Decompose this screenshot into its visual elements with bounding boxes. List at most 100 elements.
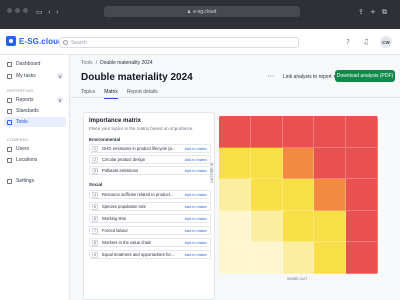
sidebar-item-label: Dashboard bbox=[16, 61, 41, 67]
group-label-environmental: Environmental bbox=[89, 137, 121, 142]
topic-number: 9 bbox=[92, 251, 98, 258]
topic-row[interactable]: 5 Species population size Add to matrix bbox=[89, 202, 211, 211]
matrix-cell[interactable] bbox=[282, 116, 315, 148]
add-to-matrix-link[interactable]: Add to matrix bbox=[185, 193, 207, 197]
matrix-cell[interactable] bbox=[282, 179, 315, 211]
panel-title: Importance matrix bbox=[89, 118, 142, 124]
topic-number: 1 bbox=[92, 145, 98, 152]
matrix-cell[interactable] bbox=[250, 116, 283, 148]
materiality-matrix[interactable] bbox=[219, 116, 378, 274]
matrix-cell[interactable] bbox=[219, 147, 251, 180]
matrix-cell[interactable] bbox=[282, 210, 315, 243]
url-text: e-sg.cloud bbox=[193, 8, 217, 15]
sidebar: Dashboard My tasks 4 REPORTING Reports 0… bbox=[0, 55, 70, 300]
sidebar-item-standards[interactable]: Standards bbox=[4, 106, 66, 116]
sidebar-item-reports[interactable]: Reports 0 bbox=[4, 95, 66, 105]
maximize-window-dot[interactable] bbox=[23, 8, 28, 13]
link-analysis-button[interactable]: Link analysis to report ▾ bbox=[279, 71, 340, 82]
sidebar-toggle-icon[interactable]: ▭ bbox=[36, 8, 43, 16]
topic-name: Forced labour bbox=[102, 228, 128, 233]
topic-row[interactable]: 7 Forced labour Add to matrix bbox=[89, 226, 211, 235]
topic-row[interactable]: 6 Working time Add to matrix bbox=[89, 214, 211, 223]
more-options-icon[interactable]: ⋯ bbox=[267, 72, 275, 81]
download-analysis-button[interactable]: Download analysis (PDF) bbox=[335, 70, 395, 82]
matrix-cell[interactable] bbox=[314, 179, 347, 211]
matrix-cell[interactable] bbox=[346, 210, 378, 243]
topic-row[interactable]: 4 Resource sufficies related to product.… bbox=[89, 190, 211, 199]
add-to-matrix-link[interactable]: Add to matrix bbox=[185, 253, 207, 257]
matrix-cell[interactable] bbox=[250, 179, 283, 211]
matrix-cell[interactable] bbox=[314, 116, 347, 148]
back-icon[interactable]: ‹ bbox=[48, 8, 51, 16]
sidebar-item-dashboard[interactable]: Dashboard bbox=[4, 59, 66, 69]
topic-row[interactable]: 8 Workers in the value chain Add to matr… bbox=[89, 238, 211, 247]
address-bar[interactable]: 🔒︎ e-sg.cloud bbox=[104, 6, 300, 17]
share-icon[interactable]: ⇪ bbox=[358, 8, 364, 16]
matrix-cell[interactable] bbox=[282, 147, 315, 180]
topic-number: 5 bbox=[92, 203, 98, 210]
forward-icon[interactable]: › bbox=[56, 8, 59, 16]
sidebar-item-locations[interactable]: Locations bbox=[4, 155, 66, 165]
dashboard-icon bbox=[7, 61, 12, 67]
tasks-icon bbox=[7, 73, 12, 79]
breadcrumb-root[interactable]: Tools bbox=[81, 60, 93, 66]
matrix-cell[interactable] bbox=[346, 242, 378, 274]
add-to-matrix-link[interactable]: Add to matrix bbox=[185, 169, 207, 173]
matrix-cell[interactable] bbox=[250, 210, 283, 243]
add-to-matrix-link[interactable]: Add to matrix bbox=[185, 147, 207, 151]
add-to-matrix-link[interactable]: Add to matrix bbox=[185, 205, 207, 209]
notifications-icon[interactable]: ♫ bbox=[362, 38, 370, 46]
matrix-cell[interactable] bbox=[314, 147, 347, 180]
add-to-matrix-link[interactable]: Add to matrix bbox=[185, 158, 207, 162]
avatar[interactable]: CW bbox=[380, 36, 392, 48]
matrix-cell[interactable] bbox=[250, 242, 283, 274]
sidebar-item-users[interactable]: Users bbox=[4, 144, 66, 154]
logo[interactable]: E-SG.cloud bbox=[6, 36, 63, 46]
topic-row[interactable]: 2 Circular product design Add to matrix bbox=[89, 155, 211, 164]
topic-name: Workers in the value chain bbox=[102, 240, 152, 245]
section-label-reporting: REPORTING bbox=[7, 88, 34, 93]
search-icon bbox=[63, 40, 68, 45]
reports-icon bbox=[7, 97, 12, 103]
app-window: ▭ ‹ › 🔒︎ e-sg.cloud ⇪ + ⧉ E-SG.cloud Sea… bbox=[0, 0, 400, 300]
matrix-cell[interactable] bbox=[219, 210, 251, 243]
minimize-window-dot[interactable] bbox=[15, 8, 20, 13]
matrix-cell[interactable] bbox=[346, 179, 378, 211]
search-input[interactable]: Search bbox=[59, 37, 299, 48]
panel-description: Place your topics in the matrix based on… bbox=[89, 126, 194, 131]
sidebar-item-label: Users bbox=[16, 146, 30, 152]
sidebar-item-label: Standards bbox=[16, 108, 39, 114]
close-window-dot[interactable] bbox=[7, 8, 12, 13]
new-tab-icon[interactable]: + bbox=[370, 8, 376, 16]
matrix-cell[interactable] bbox=[314, 210, 347, 243]
x-axis-label: INSIDE-OUT bbox=[287, 277, 308, 281]
sidebar-item-label: Reports bbox=[16, 97, 34, 103]
tabs-overview-icon[interactable]: ⧉ bbox=[382, 8, 387, 16]
breadcrumb-separator: / bbox=[95, 60, 98, 66]
standards-icon bbox=[7, 108, 12, 114]
sidebar-item-settings[interactable]: Settings bbox=[4, 176, 66, 186]
matrix-cell[interactable] bbox=[219, 179, 251, 211]
add-to-matrix-link[interactable]: Add to matrix bbox=[185, 217, 207, 221]
matrix-cell[interactable] bbox=[346, 116, 378, 148]
topic-row[interactable]: 3 Pollutant emissions Add to matrix bbox=[89, 166, 211, 175]
topic-number: 8 bbox=[92, 239, 98, 246]
topic-number: 4 bbox=[92, 191, 98, 198]
matrix-cell[interactable] bbox=[346, 147, 378, 180]
topic-row[interactable]: 9 Equal treatment and opportunities for.… bbox=[89, 250, 211, 259]
locations-icon bbox=[7, 157, 12, 163]
help-icon[interactable]: ? bbox=[344, 38, 352, 46]
topic-name: Resource sufficies related to product... bbox=[102, 192, 174, 197]
topic-row[interactable]: 1 GHG emissions in product lifecycle (a.… bbox=[89, 144, 211, 153]
matrix-cell[interactable] bbox=[219, 242, 251, 274]
matrix-cell[interactable] bbox=[219, 116, 251, 148]
breadcrumb-current: Double materiality 2024 bbox=[100, 60, 153, 66]
matrix-cell[interactable] bbox=[282, 242, 315, 274]
add-to-matrix-link[interactable]: Add to matrix bbox=[185, 229, 207, 233]
matrix-cell[interactable] bbox=[314, 242, 347, 274]
sidebar-item-tools[interactable]: Tools bbox=[4, 117, 66, 127]
tools-icon bbox=[7, 119, 12, 125]
matrix-cell[interactable] bbox=[250, 147, 283, 180]
add-to-matrix-link[interactable]: Add to matrix bbox=[185, 241, 207, 245]
sidebar-item-my-tasks[interactable]: My tasks 4 bbox=[4, 71, 66, 81]
